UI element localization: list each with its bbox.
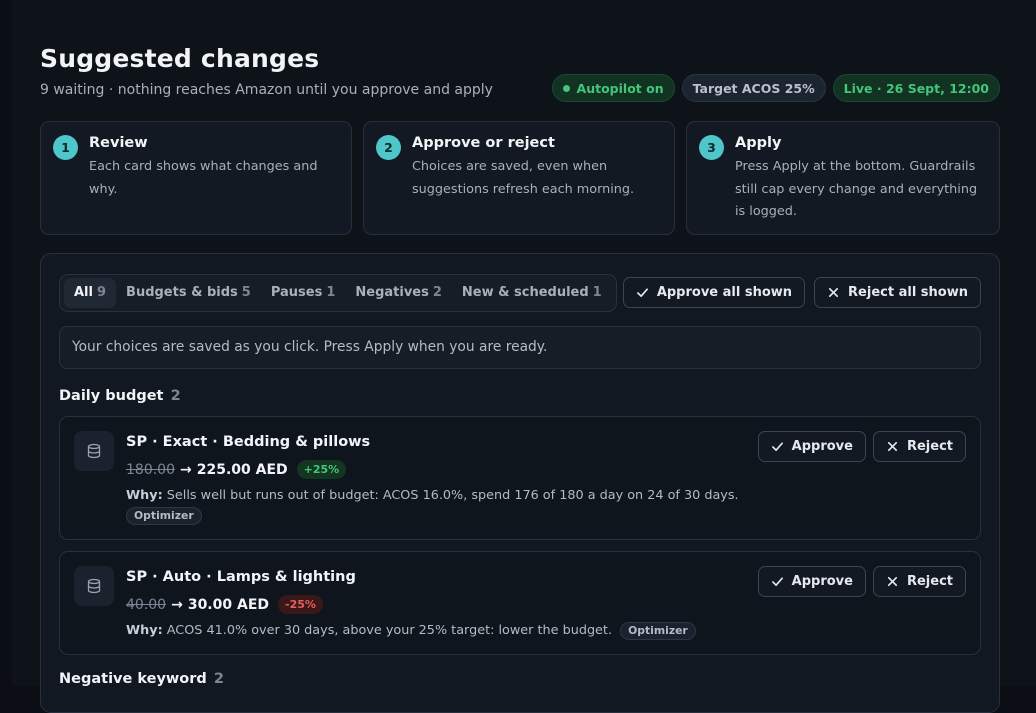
step-title: Approve or reject <box>412 135 555 151</box>
old-value: 40.00 <box>126 596 167 613</box>
tab-negatives[interactable]: Negatives 2 <box>345 278 452 308</box>
tab-count: 9 <box>96 285 107 300</box>
approve-button[interactable]: Approve <box>757 431 866 462</box>
button-label: Reject all shown <box>848 285 968 300</box>
tab-all[interactable]: All 9 <box>64 278 117 308</box>
suggestion-card: SP · Auto · Lamps & lighting 40.00 → 30.… <box>59 551 981 655</box>
page-header: Suggested changes 9 waiting · nothing re… <box>40 44 1000 102</box>
source-row: Optimizer <box>126 507 202 525</box>
step-number: 2 <box>376 135 401 160</box>
value-change: 40.00 → 30.00 AED -25% <box>126 595 323 614</box>
tab-pauses[interactable]: Pauses 1 <box>261 278 346 308</box>
suggestions-panel: All 9 Budgets & bids 5 Pauses 1 Negatives 2 … <box>40 253 1000 713</box>
reason-text: Why: Sells well but runs out of budget: … <box>126 487 739 505</box>
reason-body: Sells well but runs out of budget: ACOS … <box>166 488 739 503</box>
button-label: Reject <box>906 439 953 454</box>
suggestion-card: SP · Exact · Bedding & pillows 180.00 → … <box>59 416 981 540</box>
step-description: Press Apply at the bottom. Guardrails st… <box>735 159 978 219</box>
section-title-daily-budget: Daily budget 2 <box>59 388 181 404</box>
page-title: Suggested changes <box>40 44 320 73</box>
autopilot-label: Autopilot on <box>576 81 664 96</box>
check-icon <box>771 577 783 587</box>
database-icon <box>74 566 114 606</box>
tab-budgets-bids[interactable]: Budgets & bids 5 <box>116 278 261 308</box>
step-description: Choices are saved, even when suggestions… <box>412 159 635 197</box>
reason-text: Why: ACOS 41.0% over 30 days, above your… <box>126 622 696 640</box>
tab-label: Pauses <box>270 285 323 300</box>
check-icon <box>636 288 648 298</box>
section-label: Daily budget <box>59 388 164 404</box>
step-review: 1 Review Each card shows what changes an… <box>40 121 352 235</box>
tab-label: All <box>74 285 93 300</box>
live-badge: Live · 26 Sept, 12:00 <box>832 74 1000 102</box>
new-value: 30.00 AED <box>187 596 270 613</box>
arrow-right-icon: → <box>171 596 183 613</box>
section-title-negative-keyword: Negative keyword 2 <box>59 671 224 687</box>
tab-new-scheduled[interactable]: New & scheduled 1 <box>452 278 612 308</box>
tab-count: 2 <box>432 285 442 300</box>
card-actions: Approve Reject <box>757 566 966 597</box>
approve-button[interactable]: Approve <box>757 566 866 597</box>
source-tag: Optimizer <box>620 622 696 640</box>
step-number: 3 <box>699 135 724 160</box>
button-label: Approve <box>791 574 853 589</box>
step-title: Review <box>89 135 148 151</box>
close-icon <box>887 441 898 452</box>
status-pills: Autopilot on Target ACOS 25% Live · 26 S… <box>551 74 1000 102</box>
check-icon <box>771 442 783 452</box>
reason-label: Why: <box>126 623 163 638</box>
tab-label: Negatives <box>355 285 429 300</box>
steps: 1 Review Each card shows what changes an… <box>40 121 1000 235</box>
target-acos-badge[interactable]: Target ACOS 25% <box>681 74 826 102</box>
value-change: 180.00 → 225.00 AED +25% <box>126 460 347 479</box>
reason-label: Why: <box>126 488 163 503</box>
filter-tabs: All 9 Budgets & bids 5 Pauses 1 Negatives 2 … <box>59 274 617 312</box>
new-value: 225.00 AED <box>196 461 288 478</box>
page: Suggested changes 9 waiting · nothing re… <box>12 0 1036 713</box>
old-value: 180.00 <box>126 461 175 478</box>
tab-label: New & scheduled <box>461 285 589 300</box>
tab-label: Budgets & bids <box>126 285 238 300</box>
reject-all-button[interactable]: Reject all shown <box>814 277 981 308</box>
approve-all-button[interactable]: Approve all shown <box>622 277 806 308</box>
reason-body: ACOS 41.0% over 30 days, above your 25% … <box>166 623 613 638</box>
close-icon <box>887 576 898 587</box>
tab-count: 5 <box>241 285 251 300</box>
step-title: Apply <box>735 135 782 151</box>
bulk-actions: Approve all shown Reject all shown <box>622 277 981 308</box>
section-label: Negative keyword <box>59 671 207 687</box>
database-icon <box>74 431 114 471</box>
step-approve-or-reject: 2 Approve or reject Choices are saved, e… <box>363 121 675 235</box>
button-label: Approve <box>791 439 853 454</box>
step-number: 1 <box>53 135 78 160</box>
page-subtitle: 9 waiting · nothing reaches Amazon until… <box>40 82 493 98</box>
arrow-right-icon: → <box>180 461 192 478</box>
tab-count: 1 <box>592 285 602 300</box>
step-description: Each card shows what changes and why. <box>89 159 318 197</box>
button-label: Reject <box>906 574 953 589</box>
status-dot-icon <box>562 85 570 92</box>
delta-badge: -25% <box>278 595 323 614</box>
close-icon <box>828 287 839 298</box>
reject-button[interactable]: Reject <box>872 431 966 462</box>
step-apply: 3 Apply Press Apply at the bottom. Guard… <box>686 121 1000 235</box>
card-actions: Approve Reject <box>757 431 966 462</box>
section-count: 2 <box>213 671 224 687</box>
delta-badge: +25% <box>296 460 347 479</box>
reject-button[interactable]: Reject <box>872 566 966 597</box>
autopilot-badge[interactable]: Autopilot on <box>551 74 675 102</box>
card-title: SP · Auto · Lamps & lighting <box>126 569 356 585</box>
tab-count: 1 <box>326 285 336 300</box>
button-label: Approve all shown <box>656 285 793 300</box>
section-count: 2 <box>170 388 181 404</box>
card-title: SP · Exact · Bedding & pillows <box>126 434 371 450</box>
info-banner: Your choices are saved as you click. Pre… <box>59 326 981 369</box>
source-tag: Optimizer <box>126 507 202 525</box>
